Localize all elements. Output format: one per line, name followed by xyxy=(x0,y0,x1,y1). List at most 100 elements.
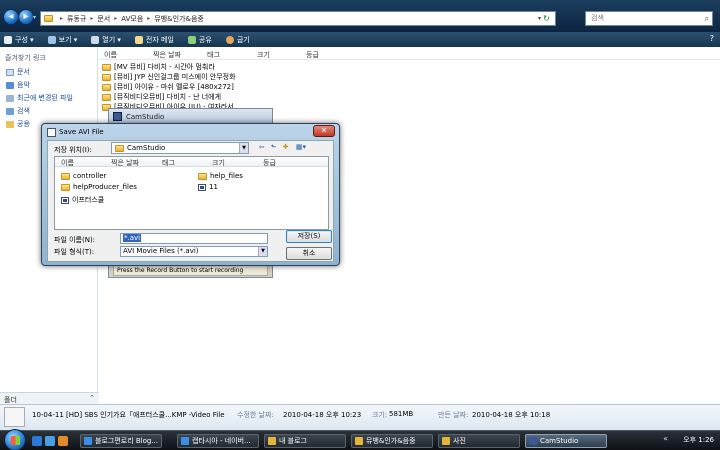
chevron-down-icon[interactable]: ▼ xyxy=(258,247,267,256)
video-file-icon xyxy=(61,196,69,204)
share-label: 공유 xyxy=(198,35,212,44)
list-item-label: [뮤비] JYP 신인걸그룹 미스에이 안무정화 xyxy=(114,73,236,81)
filename-label: 파일 이름(N): xyxy=(54,236,96,244)
media-player-icon[interactable] xyxy=(58,436,68,446)
camstudio-status-bar: Press the Record Button to start recordi… xyxy=(113,265,268,276)
back-button[interactable]: ◂ xyxy=(3,9,19,25)
new-folder-icon[interactable]: ✚ xyxy=(281,143,290,152)
show-desktop-icon[interactable] xyxy=(32,436,42,446)
breadcrumb-item[interactable]: AV모음 xyxy=(121,14,143,24)
taskbar-button[interactable]: 내 블로그 xyxy=(264,434,346,448)
nav-link-music[interactable]: 음악 xyxy=(6,80,30,90)
help-icon[interactable]: ? xyxy=(710,34,714,43)
taskbar-button[interactable]: 사진 xyxy=(438,434,520,448)
list-item[interactable]: controller xyxy=(61,172,106,180)
list-item-label: [뮤직비디오뮤비] 다비치 - 난 너에게 xyxy=(114,93,222,101)
filetype-select[interactable]: AVI Movie Files (*.avi) ▼ xyxy=(120,246,268,257)
start-button[interactable] xyxy=(4,429,26,450)
breadcrumb-item[interactable]: 류동규 xyxy=(67,14,86,24)
list-item[interactable]: help_files xyxy=(198,172,243,180)
nav-link-documents[interactable]: 문서 xyxy=(6,67,30,77)
taskbar-button[interactable]: 블로그편로리 Blog... xyxy=(80,434,162,448)
search-input[interactable]: 검색 ⌕ xyxy=(585,11,713,26)
cancel-button[interactable]: 취소 xyxy=(286,247,332,260)
list-item[interactable]: [MV 뮤비] 다비치 - 시간아 멈춰라 xyxy=(102,62,215,72)
recent-pages-icon[interactable]: ▾ xyxy=(33,14,36,21)
save-in-select[interactable]: CamStudio ▼ xyxy=(111,142,249,154)
save-button[interactable]: 저장(S) xyxy=(286,230,332,243)
address-dropdown-icon[interactable]: ▾ xyxy=(538,15,541,22)
column-rating[interactable]: 등급 xyxy=(263,158,276,168)
filename-value: *.avi xyxy=(123,234,142,242)
list-item[interactable]: 이프터스쿨 xyxy=(61,195,104,205)
breadcrumb-item[interactable]: 뮤뱅&인가&음중 xyxy=(154,14,204,24)
column-tags[interactable]: 태그 xyxy=(162,158,175,168)
filetype-label: 파일 형식(T): xyxy=(54,248,95,256)
refresh-icon[interactable]: ↻ xyxy=(543,14,553,24)
breadcrumb-separator-icon[interactable]: ▸ xyxy=(60,15,63,22)
folder-icon xyxy=(102,83,111,91)
chevron-down-icon[interactable]: ▼ xyxy=(239,143,248,153)
burn-button[interactable]: 굽기 xyxy=(225,35,250,45)
clock[interactable]: 오후 1:26 xyxy=(683,435,714,445)
search-folder-icon xyxy=(6,107,14,115)
nav-link-search[interactable]: 검색 xyxy=(6,106,30,116)
taskbar-button-active[interactable]: CamStudio xyxy=(525,434,607,448)
breadcrumb-separator-icon[interactable]: ▸ xyxy=(90,15,93,22)
views-button[interactable]: 보기 ▾ xyxy=(47,35,77,45)
organize-icon xyxy=(4,35,12,44)
list-item[interactable]: [뮤비] 아이유 - 마쉬 멜로우 [480x272] xyxy=(102,82,234,92)
list-item[interactable]: [뮤직비디오뮤비] 다비치 - 난 너에게 xyxy=(102,92,221,102)
open-label: 열기 xyxy=(102,35,116,44)
back-arrow-icon[interactable]: ⇦ xyxy=(257,143,266,152)
taskbar-button[interactable]: 캡타시아 - 네이버... xyxy=(177,434,259,448)
favorites-title: 즐겨찾기 링크 xyxy=(5,54,46,62)
list-item[interactable]: 11 xyxy=(198,183,218,191)
open-icon xyxy=(91,35,100,44)
organize-button[interactable]: 구성 ▾ xyxy=(4,35,34,45)
column-size[interactable]: 크기 xyxy=(212,158,225,168)
list-item-label: [MV 뮤비] 다비치 - 시간아 멈춰라 xyxy=(114,63,215,71)
open-button[interactable]: 열기 ▾ xyxy=(91,35,121,45)
address-field[interactable]: ▸ 류동규 ▸ 문서 ▸ AV모음 ▸ 뮤뱅&인가&음중 ▾ ↻ xyxy=(40,11,556,26)
nav-link-label: 검색 xyxy=(17,107,30,115)
breadcrumb-item[interactable]: 문서 xyxy=(97,14,110,24)
nav-link-recent[interactable]: 최근에 변경된 파일 xyxy=(6,93,73,103)
column-date[interactable]: 찍은 날짜 xyxy=(111,158,139,168)
email-button[interactable]: 전자 메일 xyxy=(134,35,174,45)
nav-link-label: 음악 xyxy=(17,81,30,89)
folders-toggle[interactable]: 폴더 ⌃ xyxy=(0,392,99,404)
list-item[interactable]: [뮤비] JYP 신인걸그룹 미스에이 안무정화 xyxy=(102,72,236,82)
camstudio-icon xyxy=(113,112,122,121)
nav-link-public[interactable]: 공용 xyxy=(6,119,30,129)
organize-label: 구성 xyxy=(15,35,28,44)
column-rating[interactable]: 등급 xyxy=(306,50,319,60)
column-size[interactable]: 크기 xyxy=(257,50,270,60)
column-name[interactable]: 이름 xyxy=(104,50,117,60)
close-button[interactable]: ✕ xyxy=(313,125,335,137)
address-bar: ◂ ▸ ▾ ▸ 류동규 ▸ 문서 ▸ AV모음 ▸ 뮤뱅&인가&음중 ▾ ↻ 검… xyxy=(0,0,720,32)
search-icon[interactable]: ⌕ xyxy=(705,12,709,25)
breadcrumb-separator-icon[interactable]: ▸ xyxy=(147,15,150,22)
breadcrumb-separator-icon[interactable]: ▸ xyxy=(114,15,117,22)
browser-icon[interactable] xyxy=(45,436,55,446)
folder-icon xyxy=(115,144,124,152)
share-button[interactable]: 공유 xyxy=(187,35,212,45)
forward-button[interactable]: ▸ xyxy=(18,9,34,25)
folder-icon xyxy=(355,437,363,445)
dialog-file-list: 이름 찍은 날짜 태그 크기 등급 controller help_files … xyxy=(54,156,329,230)
list-item[interactable]: helpProducer_files xyxy=(61,183,137,191)
filename-input[interactable]: *.avi xyxy=(120,233,268,244)
column-name[interactable]: 이름 xyxy=(61,158,74,168)
view-menu-icon[interactable]: ▦▾ xyxy=(294,143,308,152)
column-tags[interactable]: 태그 xyxy=(207,50,220,60)
chevron-up-icon: ⌃ xyxy=(89,394,95,402)
column-date[interactable]: 찍은 날짜 xyxy=(153,50,181,60)
list-item-label: 이프터스쿨 xyxy=(72,196,105,204)
taskbar-button-label: 캡타시아 - 네이버... xyxy=(192,437,251,445)
up-folder-icon[interactable]: ⬑ xyxy=(269,143,278,152)
list-item-label: [뮤비] 아이유 - 마쉬 멜로우 [480x272] xyxy=(114,83,234,91)
tray-expand-icon[interactable]: « xyxy=(663,434,668,443)
burn-label: 굽기 xyxy=(236,35,250,44)
taskbar-button[interactable]: 뮤뱅&인가&음중 xyxy=(351,434,433,448)
